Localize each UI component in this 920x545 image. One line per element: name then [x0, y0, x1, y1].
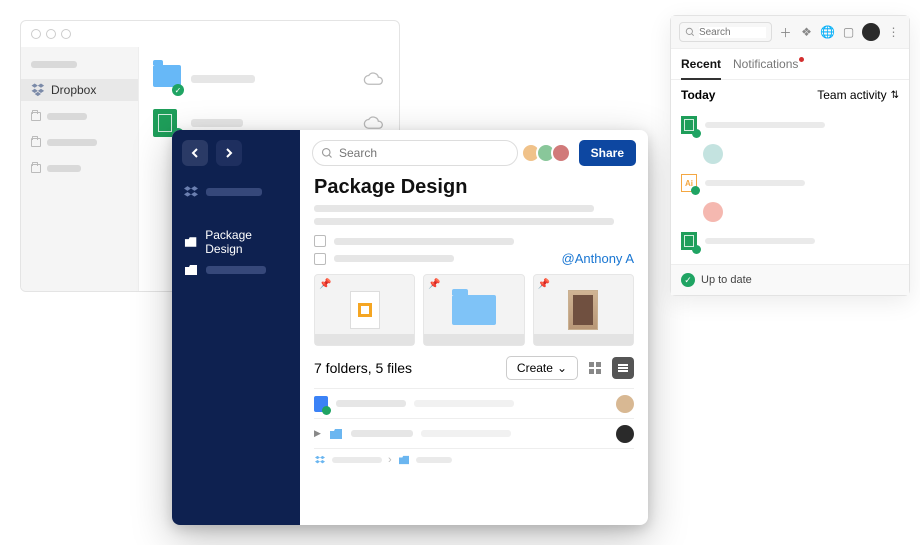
description-text: [314, 205, 634, 231]
folder-icon: [184, 264, 198, 276]
folder-icon: [398, 455, 410, 465]
sidebar-item-label: Dropbox: [51, 83, 96, 97]
search-icon: [685, 26, 695, 38]
list-item[interactable]: [314, 388, 634, 418]
share-button[interactable]: Share: [579, 140, 636, 166]
nav-forward-button[interactable]: [216, 140, 242, 166]
search-input[interactable]: [312, 140, 518, 166]
activity-popover: ＋ ❖ 🌐 ▢ ⋮ Recent Notifications Today Tea…: [670, 15, 910, 296]
pin-icon: 📌: [538, 279, 550, 290]
collaborators[interactable]: [526, 143, 571, 163]
sheet-icon: [681, 116, 697, 134]
dropbox-icon: [314, 455, 326, 465]
window-controls[interactable]: [21, 21, 399, 47]
ai-file-icon: Ai: [681, 174, 697, 192]
pin-icon: 📌: [319, 279, 331, 290]
dropbox-icon: [31, 83, 45, 97]
cloud-icon: [363, 116, 385, 130]
activity-actor[interactable]: [703, 198, 899, 226]
sidebar-item[interactable]: [21, 53, 138, 75]
avatar: [703, 144, 723, 164]
folder-icon: [184, 236, 197, 248]
page-title: Package Design: [314, 176, 634, 199]
grid-view-toggle[interactable]: [584, 357, 606, 379]
cloud-icon: [363, 72, 385, 86]
avatar: [616, 425, 634, 443]
dropbox-app-window: Package Design Share Package Design @Ant…: [172, 130, 648, 525]
sidebar-item[interactable]: [21, 157, 138, 179]
check-icon: ✓: [172, 84, 184, 96]
sidebar-root[interactable]: [172, 178, 300, 206]
sidebar-item[interactable]: [21, 131, 138, 153]
chevron-down-icon: ⌄: [557, 361, 567, 375]
sidebar-folder-package-design[interactable]: Package Design: [172, 228, 300, 256]
sidebar-item-dropbox[interactable]: Dropbox: [21, 79, 138, 101]
file-tile-image[interactable]: 📌: [533, 274, 634, 346]
sidebar-item[interactable]: [21, 105, 138, 127]
avatar: [703, 202, 723, 222]
avatar: [616, 395, 634, 413]
search-icon: [321, 147, 333, 159]
file-tile-slides[interactable]: 📌: [314, 274, 415, 346]
activity-item[interactable]: Ai: [681, 168, 899, 198]
section-label: Today: [681, 88, 715, 102]
create-button[interactable]: Create⌄: [506, 356, 578, 380]
checklist-item[interactable]: @Anthony A: [314, 251, 634, 266]
sheet-icon: [681, 232, 697, 250]
list-item[interactable]: ▶: [314, 418, 634, 448]
globe-icon[interactable]: 🌐: [820, 25, 835, 39]
activity-actor[interactable]: [703, 140, 899, 168]
sync-status: ✓ Up to date: [671, 264, 909, 295]
finder-sidebar: Dropbox: [21, 47, 139, 291]
tab-notifications[interactable]: Notifications: [733, 49, 798, 79]
doc-icon: [314, 396, 328, 412]
list-view-toggle[interactable]: [612, 357, 634, 379]
checklist-item[interactable]: [314, 235, 634, 247]
breadcrumb[interactable]: ›: [314, 448, 634, 466]
more-icon[interactable]: ⋮: [886, 25, 901, 39]
dropbox-icon: [184, 185, 198, 199]
activity-item[interactable]: [681, 226, 899, 256]
pin-icon: 📌: [428, 279, 440, 290]
expand-icon[interactable]: ▶: [314, 428, 321, 439]
app-sidebar: Package Design: [172, 130, 300, 525]
avatar[interactable]: [862, 23, 880, 41]
sidebar-folder[interactable]: [172, 256, 300, 284]
search-input[interactable]: [679, 22, 772, 42]
image-icon: [568, 290, 598, 330]
folder-icon: [329, 428, 343, 440]
slides-icon: [350, 291, 380, 329]
notification-badge: [799, 57, 804, 62]
activity-item[interactable]: [681, 110, 899, 140]
tab-recent[interactable]: Recent: [681, 49, 721, 79]
folder-icon[interactable]: ▢: [841, 25, 856, 39]
file-tile-folder[interactable]: 📌: [423, 274, 524, 346]
layers-icon[interactable]: ❖: [799, 25, 814, 39]
sidebar-item-label: Package Design: [205, 228, 288, 256]
item-count: 7 folders, 5 files: [314, 360, 412, 376]
file-row[interactable]: ✓: [153, 57, 385, 101]
folder-icon: [452, 295, 496, 325]
mention[interactable]: @Anthony A: [562, 251, 634, 266]
add-button[interactable]: ＋: [778, 24, 793, 41]
check-icon: ✓: [681, 273, 695, 287]
team-activity-toggle[interactable]: Team activity⇅: [817, 88, 899, 102]
sort-icon: ⇅: [891, 90, 899, 101]
nav-back-button[interactable]: [182, 140, 208, 166]
